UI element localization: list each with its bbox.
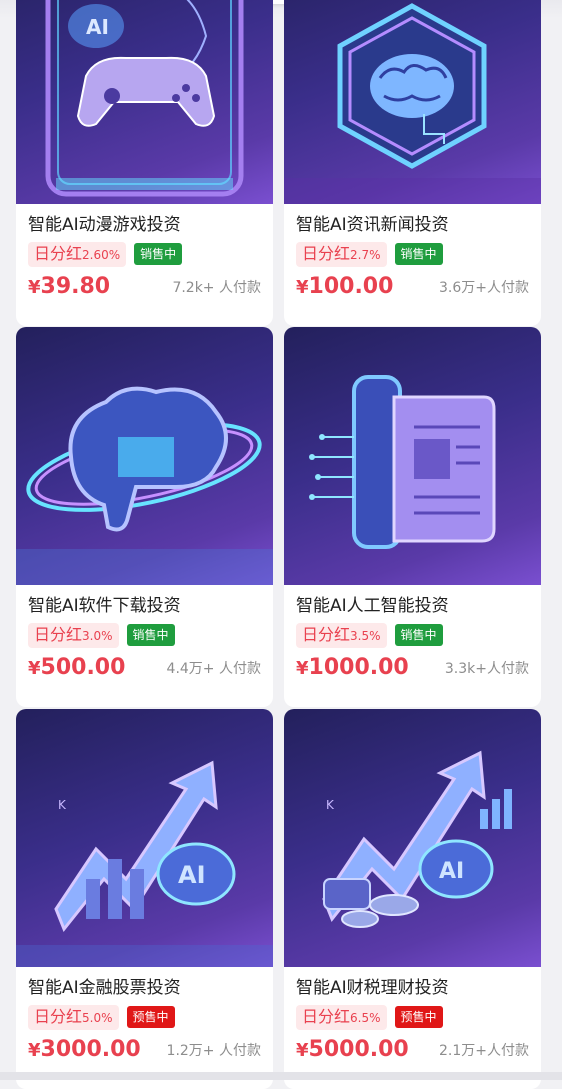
svg-text:K: K bbox=[58, 798, 67, 812]
stock-arrow-ai-icon: AI K bbox=[16, 709, 273, 967]
product-card[interactable]: 智能AI资讯新闻投资 日分红2.7% 销售中 ¥100.00 3.6万+人付款 bbox=[284, 0, 541, 326]
dividend-label: 日分红6.5% bbox=[296, 1004, 387, 1030]
svg-text:AI: AI bbox=[86, 15, 109, 39]
dividend-label: 日分红3.5% bbox=[296, 622, 387, 648]
buyer-count: 7.2k+ 人付款 bbox=[172, 280, 261, 296]
status-badge: 预售中 bbox=[394, 1006, 443, 1028]
product-title: 智能AI人工智能投资 bbox=[296, 596, 449, 616]
price: ¥39.80 bbox=[28, 274, 111, 299]
price: ¥5000.00 bbox=[296, 1037, 409, 1062]
dividend-label: 日分红2.7% bbox=[296, 241, 387, 267]
product-card[interactable]: AI K 智能AI金融股票投资 日分红5.0% 预售中 ¥3000.00 1.2… bbox=[16, 709, 273, 1089]
product-title: 智能AI资讯新闻投资 bbox=[296, 215, 449, 235]
bottom-bar bbox=[0, 1072, 562, 1080]
buyer-count: 2.1万+人付款 bbox=[439, 1043, 529, 1059]
status-badge: 销售中 bbox=[394, 243, 443, 265]
buyer-count: 1.2万+ 人付款 bbox=[166, 1043, 261, 1059]
buyer-count: 3.6万+人付款 bbox=[439, 280, 529, 296]
price: ¥3000.00 bbox=[28, 1037, 141, 1062]
buyer-count: 4.4万+ 人付款 bbox=[166, 661, 261, 677]
brain-orbit-icon bbox=[16, 327, 273, 585]
product-card[interactable]: 智能AI人工智能投资 日分红3.5% 销售中 ¥1000.00 3.3k+人付款 bbox=[284, 327, 541, 707]
document-circuit-icon bbox=[284, 327, 541, 585]
dividend-label: 日分红5.0% bbox=[28, 1004, 119, 1030]
gamepad-ai-icon: AI bbox=[16, 0, 273, 204]
svg-text:AI: AI bbox=[439, 859, 464, 884]
product-card[interactable]: 智能AI软件下载投资 日分红3.0% 销售中 ¥500.00 4.4万+ 人付款 bbox=[16, 327, 273, 707]
status-badge: 预售中 bbox=[126, 1006, 175, 1028]
finance-arrow-ai-icon: AI K bbox=[284, 709, 541, 967]
product-card[interactable]: AI K 智能AI财税理财投资 日分红6.5% 预售中 ¥5000.00 2.1… bbox=[284, 709, 541, 1089]
product-card[interactable]: AI 智能AI动漫游戏投资 日分红2.60% 销售中 ¥39.80 7.2k+ … bbox=[16, 0, 273, 326]
status-badge: 销售中 bbox=[394, 624, 443, 646]
status-badge: 销售中 bbox=[126, 624, 175, 646]
brain-hexagon-icon bbox=[284, 0, 541, 204]
price: ¥1000.00 bbox=[296, 655, 409, 680]
product-title: 智能AI动漫游戏投资 bbox=[28, 215, 181, 235]
price: ¥500.00 bbox=[28, 655, 126, 680]
price: ¥100.00 bbox=[296, 274, 394, 299]
product-title: 智能AI软件下载投资 bbox=[28, 596, 181, 616]
dividend-label: 日分红3.0% bbox=[28, 622, 119, 648]
buyer-count: 3.3k+人付款 bbox=[444, 661, 529, 677]
dividend-label: 日分红2.60% bbox=[28, 241, 127, 267]
svg-text:AI: AI bbox=[178, 861, 206, 889]
product-title: 智能AI财税理财投资 bbox=[296, 978, 449, 998]
status-badge: 销售中 bbox=[134, 243, 183, 265]
product-title: 智能AI金融股票投资 bbox=[28, 978, 181, 998]
svg-text:K: K bbox=[326, 798, 335, 812]
